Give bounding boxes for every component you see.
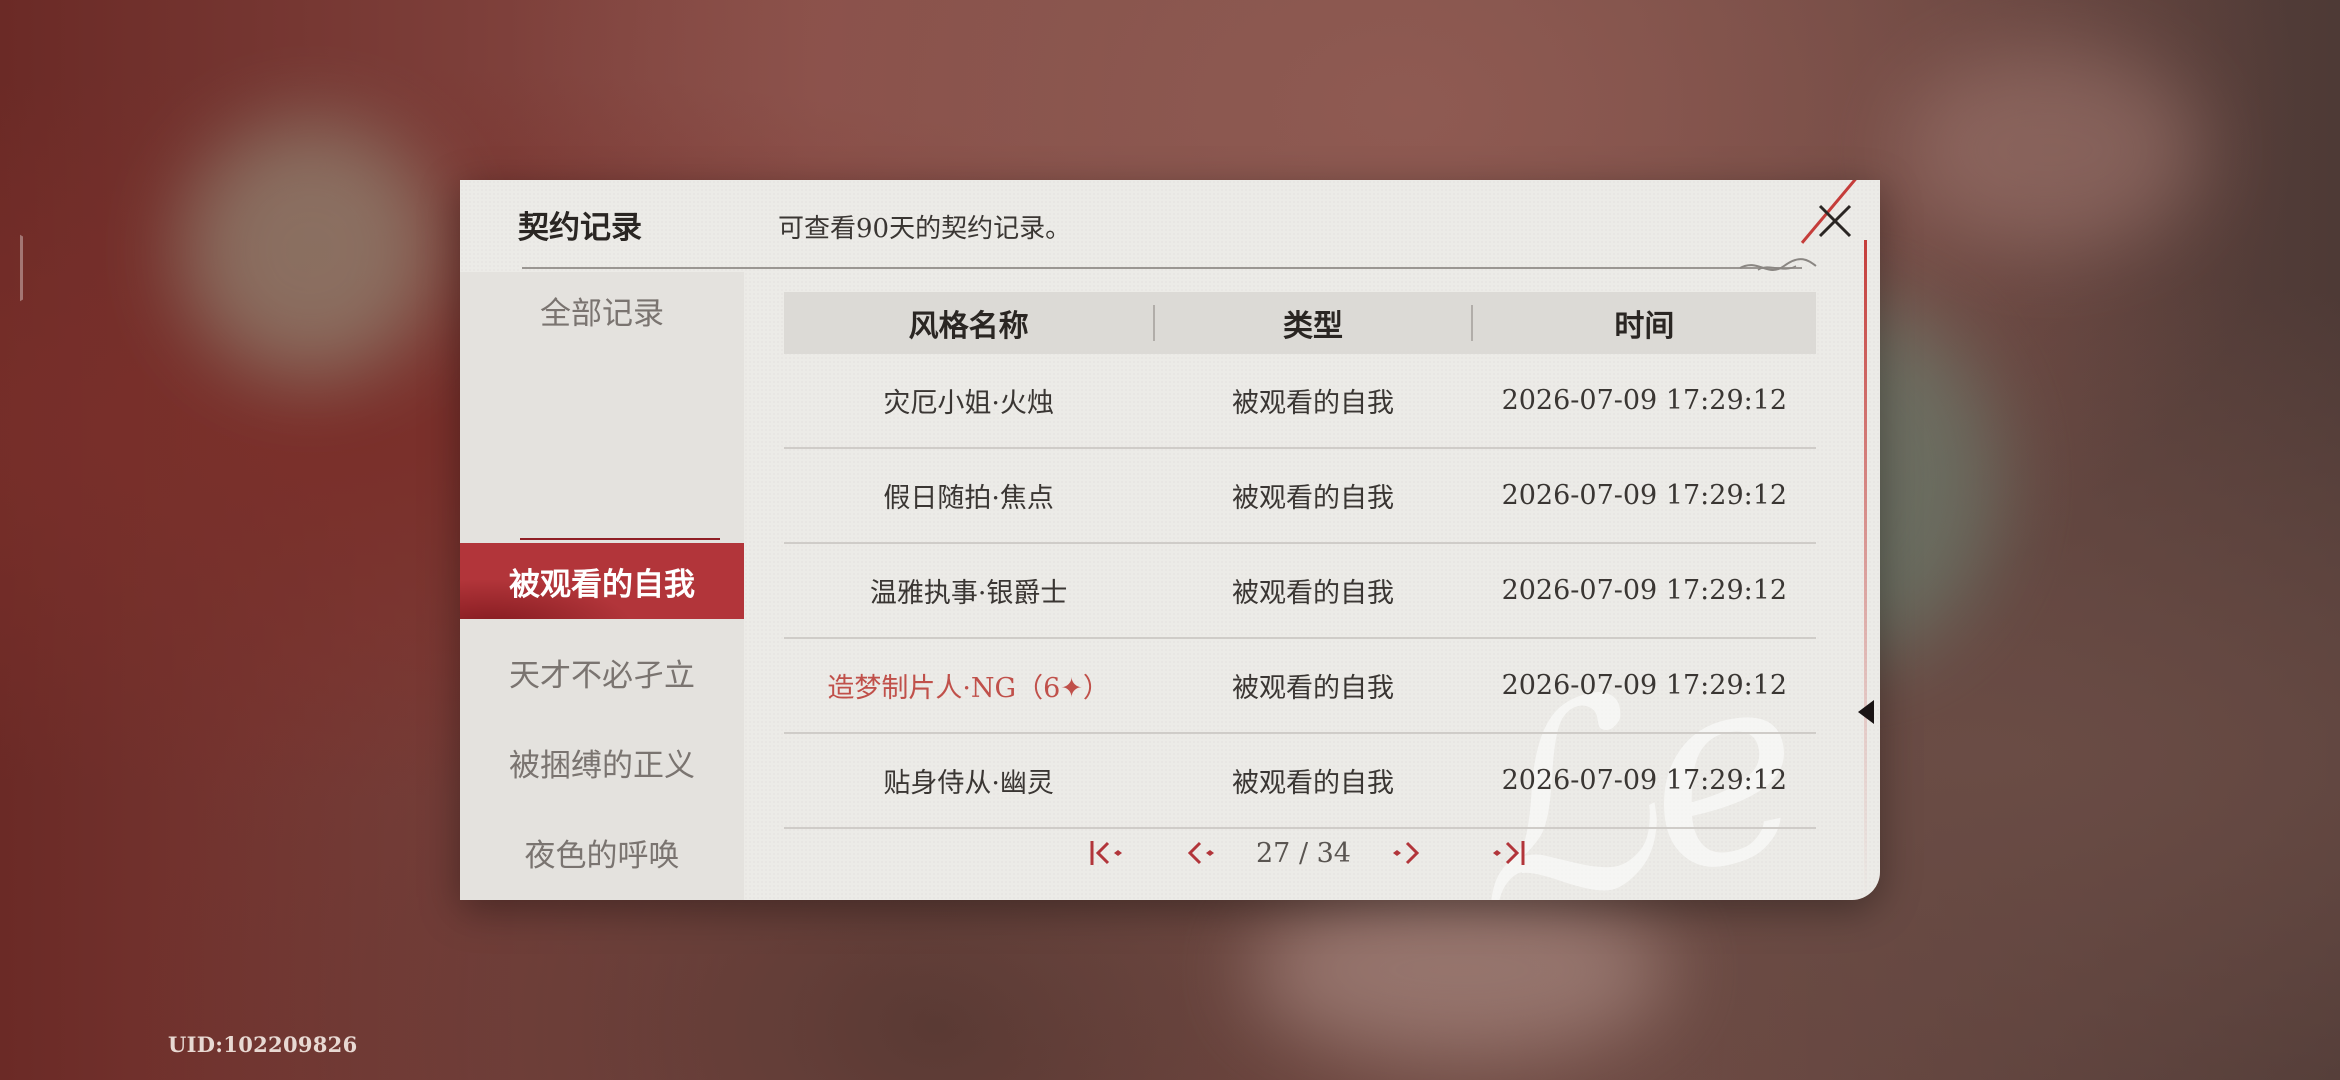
dialog-description: 可查看90天的契约记录。 — [778, 214, 1072, 244]
pagination: 27 / 34 — [1084, 828, 1554, 878]
cell-type: 被观看的自我 — [1231, 673, 1394, 704]
prev-page-button[interactable] — [1180, 831, 1224, 875]
next-page-icon — [1392, 841, 1420, 865]
sidebar-item-genius[interactable]: 天才不必孑立 — [460, 634, 744, 710]
sidebar-item-bound-justice[interactable]: 被捆缚的正义 — [460, 724, 744, 800]
cell-style-name: 灾厄小姐·火烛 — [883, 388, 1054, 419]
column-header-style-name: 风格名称 — [908, 309, 1029, 344]
header-divider — [522, 267, 1802, 269]
sidebar-divider — [520, 538, 720, 540]
cell-style-name: 假日随拍·焦点 — [883, 483, 1054, 514]
cell-style-name: 造梦制片人·NG（6✦） — [827, 673, 1110, 704]
cell-time: 2026-07-09 17:29:12 — [1501, 765, 1788, 796]
column-header-time: 时间 — [1614, 309, 1675, 344]
background-blur — [1250, 880, 1670, 1060]
first-page-button[interactable] — [1084, 831, 1128, 875]
sidebar-item-night-call[interactable]: 夜色的呼唤 — [460, 814, 744, 890]
cell-type: 被观看的自我 — [1231, 388, 1394, 419]
last-page-icon — [1492, 841, 1525, 865]
record-table: 风格名称 类型 时间 灾厄小姐·火烛 被观看的自我 2026-07-09 17:… — [784, 292, 1816, 829]
flourish-icon — [1739, 258, 1817, 271]
table-row: 灾厄小姐·火烛 被观看的自我 2026-07-09 17:29:12 — [784, 354, 1816, 449]
cell-time: 2026-07-09 17:29:12 — [1501, 480, 1788, 511]
accent-line — [1864, 240, 1867, 900]
close-button[interactable] — [1810, 196, 1860, 246]
cell-time: 2026-07-09 17:29:12 — [1501, 670, 1788, 701]
table-header: 风格名称 类型 时间 — [784, 292, 1816, 354]
column-header-type: 类型 — [1282, 309, 1343, 344]
table-row: 假日随拍·焦点 被观看的自我 2026-07-09 17:29:12 — [784, 449, 1816, 544]
cell-type: 被观看的自我 — [1231, 483, 1394, 514]
cell-type: 被观看的自我 — [1231, 578, 1394, 609]
hexagon-decoration — [0, 205, 23, 331]
sidebar-item-label: 天才不必孑立 — [509, 657, 695, 694]
user-id-label: UID:102209826 — [168, 1032, 358, 1057]
table-row: 温雅执事·银爵士 被观看的自我 2026-07-09 17:29:12 — [784, 544, 1816, 639]
sidebar-item-observed-self[interactable]: 被观看的自我 — [460, 543, 744, 619]
background-blur — [180, 120, 440, 380]
table-row: 造梦制片人·NG（6✦） 被观看的自我 2026-07-09 17:29:12 — [784, 639, 1816, 734]
prev-page-icon — [1187, 841, 1214, 865]
cell-style-name: 贴身侍从·幽灵 — [883, 768, 1054, 799]
category-sidebar: 全部记录 被观看的自我 天才不必孑立 被捆缚的正义 夜色的呼唤 — [460, 272, 744, 900]
sidebar-item-label: 全部记录 — [540, 295, 664, 332]
dialog-title: 契约记录 — [518, 210, 642, 246]
last-page-button[interactable] — [1487, 831, 1531, 875]
page-indicator: 27 / 34 — [1256, 837, 1351, 869]
sidebar-item-label: 被观看的自我 — [509, 566, 695, 603]
background-blur — [1900, 50, 2200, 250]
sidebar-item-all-records[interactable]: 全部记录 — [460, 272, 744, 348]
sidebar-item-label: 夜色的呼唤 — [524, 837, 680, 874]
close-icon — [1818, 204, 1852, 238]
edge-notch — [1858, 700, 1874, 724]
contract-record-dialog: ℒe 契约记录 可查看90天的契约记录。 全部记录 被观看的自我 天才不必孑立 … — [460, 180, 1880, 900]
cell-style-name: 温雅执事·银爵士 — [869, 578, 1068, 609]
sidebar-item-label: 被捆缚的正义 — [509, 747, 695, 784]
cell-time: 2026-07-09 17:29:12 — [1501, 385, 1788, 416]
table-row: 贴身侍从·幽灵 被观看的自我 2026-07-09 17:29:12 — [784, 734, 1816, 829]
cell-time: 2026-07-09 17:29:12 — [1501, 575, 1788, 606]
next-page-button[interactable] — [1383, 831, 1427, 875]
cell-type: 被观看的自我 — [1231, 768, 1394, 799]
first-page-icon — [1090, 841, 1122, 865]
